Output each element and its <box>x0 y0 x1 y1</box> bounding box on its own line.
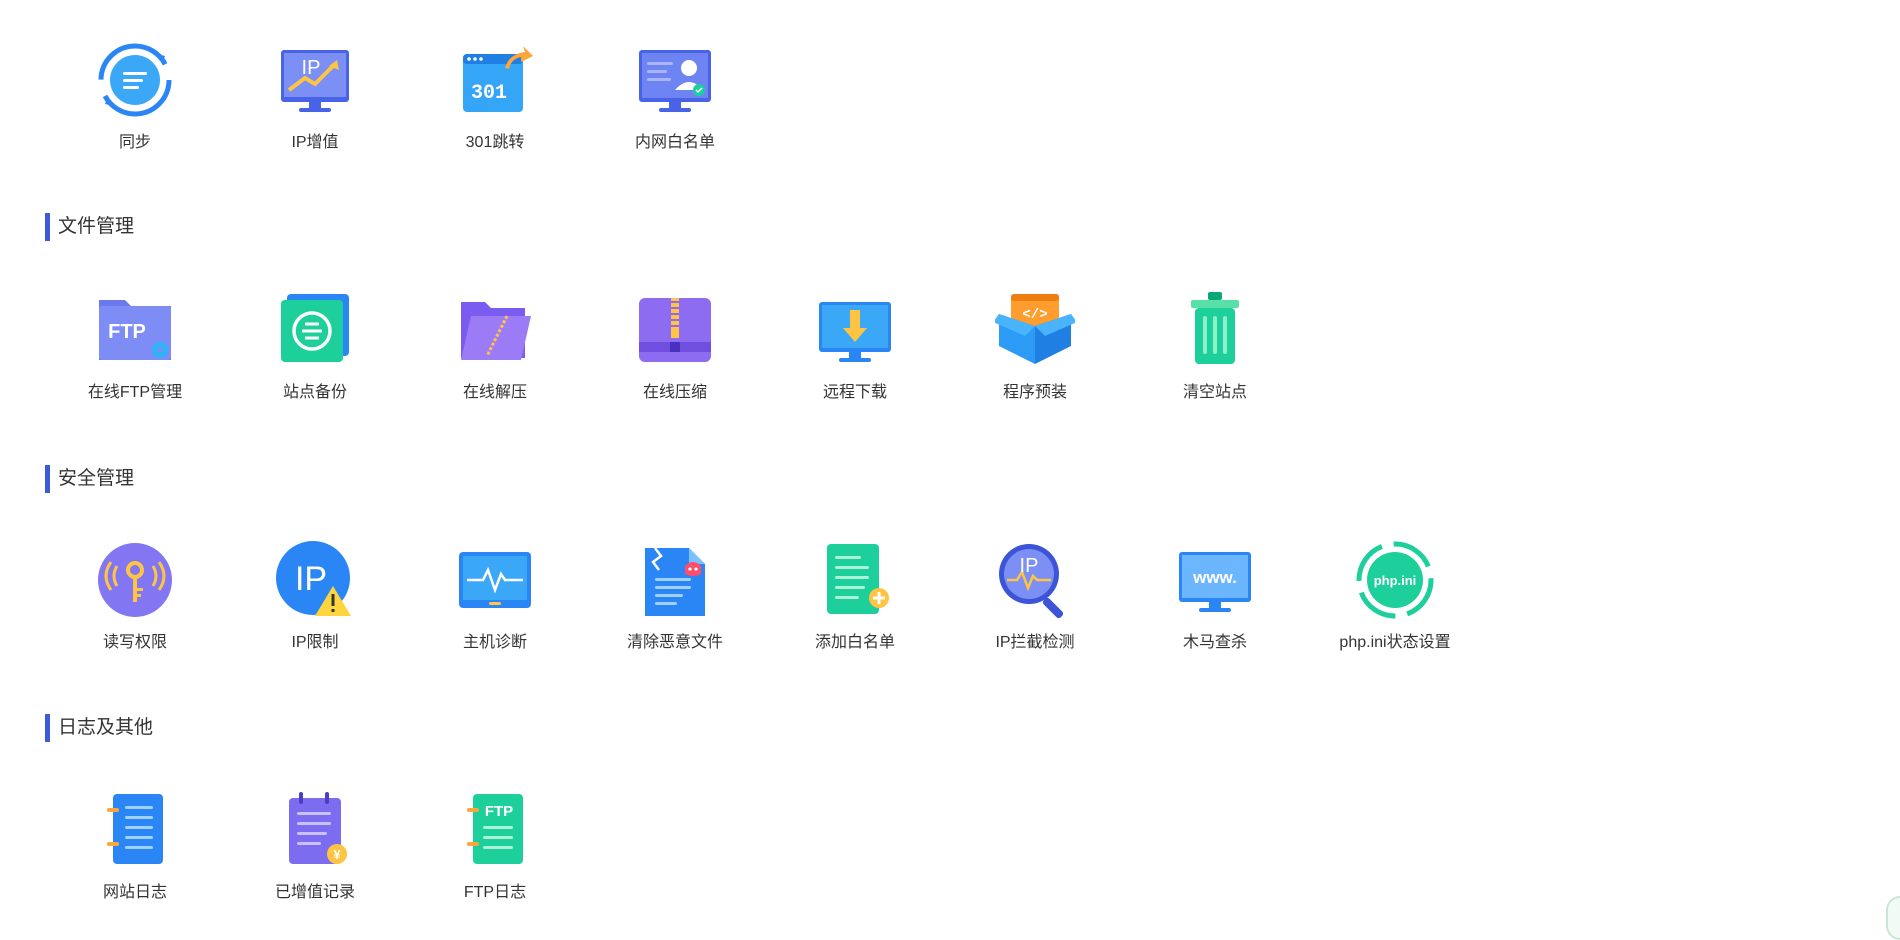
tool-label: 木马查杀 <box>1182 634 1247 651</box>
tool-row-general: 同步 IP IP增值 301 301跳转 内网白名单 <box>45 40 1645 190</box>
tool-remote-download[interactable]: 远程下载 <box>765 290 945 430</box>
phpini-settings-icon: php.ini <box>1355 540 1435 620</box>
phpini-icon-text: php.ini <box>1374 573 1417 588</box>
ip-icon-text: IP <box>295 560 327 598</box>
ip-warning-icon: IP <box>275 540 355 620</box>
tool-intranet-whitelist[interactable]: 内网白名单 <box>585 40 765 180</box>
site-backup-icon <box>275 290 355 370</box>
ftp-folder-icon: FTP <box>95 290 175 370</box>
unzip-folder-icon <box>455 290 535 370</box>
tool-label: 内网白名单 <box>634 134 715 151</box>
tool-label: 同步 <box>118 134 151 151</box>
tool-online-unzip[interactable]: 在线解压 <box>405 290 585 430</box>
tool-online-ftp[interactable]: FTP 在线FTP管理 <box>45 290 225 430</box>
ip-upgrade-icon: IP <box>275 40 355 120</box>
notepad-yen-icon: ¥ <box>275 790 355 870</box>
tool-trojan-scan[interactable]: www. 木马查杀 <box>1125 540 1305 680</box>
tool-label: 清除恶意文件 <box>626 634 723 651</box>
ftp-icon-text: FTP <box>108 321 146 343</box>
tool-label: 已增值记录 <box>274 884 355 901</box>
ip-magnifier-icon: IP <box>995 540 1075 620</box>
section-title-security-management: 安全管理 <box>45 465 134 493</box>
tool-ip-upgrade[interactable]: IP IP增值 <box>225 40 405 180</box>
tool-site-backup[interactable]: 站点备份 <box>225 290 405 430</box>
tool-label: 主机诊断 <box>462 634 527 651</box>
yen-icon-text: ¥ <box>333 847 341 862</box>
tool-rw-permission[interactable]: 读写权限 <box>45 540 225 680</box>
tool-program-preinstall[interactable]: </> 程序预装 <box>945 290 1125 430</box>
tool-label: php.ini状态设置 <box>1339 634 1451 651</box>
intranet-whitelist-icon <box>635 40 715 120</box>
section-title-logs-and-others: 日志及其他 <box>45 714 153 742</box>
tool-ftp-log[interactable]: FTP FTP日志 <box>405 790 585 930</box>
tool-label: 在线FTP管理 <box>87 384 183 401</box>
remote-download-icon <box>815 290 895 370</box>
tool-upgrade-record[interactable]: ¥ 已增值记录 <box>225 790 405 930</box>
tool-clear-site[interactable]: 清空站点 <box>1125 290 1305 430</box>
www-monitor-icon: www. <box>1175 540 1255 620</box>
tool-label: 远程下载 <box>822 384 887 401</box>
tool-phpini-settings[interactable]: php.ini php.ini状态设置 <box>1305 540 1485 680</box>
zip-archive-icon <box>635 290 715 370</box>
ftp-icon-text: FTP <box>485 803 513 820</box>
monitor-pulse-icon <box>455 540 535 620</box>
www-icon-text: www. <box>1192 568 1237 587</box>
tool-online-zip[interactable]: 在线压缩 <box>585 290 765 430</box>
tool-label: 添加白名单 <box>814 634 895 651</box>
tool-301-redirect[interactable]: 301 301跳转 <box>405 40 585 180</box>
sync-icon <box>95 40 175 120</box>
ip-icon-text: IP <box>1020 555 1039 577</box>
tool-row-file-management: FTP 在线FTP管理 站点备份 在线解压 在线压缩 远程下载 </> 程序预装… <box>45 290 1645 440</box>
tool-label: 网站日志 <box>102 884 167 901</box>
tool-clear-malware[interactable]: 清除恶意文件 <box>585 540 765 680</box>
section-title-file-management: 文件管理 <box>45 213 134 241</box>
tool-row-logs-and-others: 网站日志 ¥ 已增值记录 FTP FTP日志 <box>45 790 1645 940</box>
tool-label: IP增值 <box>291 134 339 151</box>
tool-label: 301跳转 <box>465 134 525 151</box>
tools-page: 同步 IP IP增值 301 301跳转 内网白名单 文件管理 FTP 在线FT… <box>0 0 1900 940</box>
redirect-301-icon: 301 <box>455 40 535 120</box>
tool-ip-block-check[interactable]: IP IP拦截检测 <box>945 540 1125 680</box>
program-box-icon: </> <box>995 290 1075 370</box>
malware-file-icon <box>635 540 715 620</box>
add-document-icon <box>815 540 895 620</box>
tool-label: IP拦截检测 <box>995 634 1075 651</box>
code-icon-text: </> <box>1022 307 1047 323</box>
key-permission-icon <box>95 540 175 620</box>
floating-widget-edge[interactable] <box>1886 896 1900 940</box>
tool-host-diagnose[interactable]: 主机诊断 <box>405 540 585 680</box>
ip-icon-text: IP <box>302 57 321 79</box>
trash-icon <box>1175 290 1255 370</box>
ftp-notebook-icon: FTP <box>455 790 535 870</box>
tool-ip-limit[interactable]: IP IP限制 <box>225 540 405 680</box>
tool-label: 清空站点 <box>1182 384 1247 401</box>
tool-label: 在线压缩 <box>642 384 707 401</box>
redirect-icon-text: 301 <box>471 82 507 105</box>
tool-add-whitelist[interactable]: 添加白名单 <box>765 540 945 680</box>
tool-label: 程序预装 <box>1002 384 1067 401</box>
tool-site-log[interactable]: 网站日志 <box>45 790 225 930</box>
tool-label: FTP日志 <box>463 884 527 901</box>
tool-label: 在线解压 <box>462 384 527 401</box>
tool-sync[interactable]: 同步 <box>45 40 225 180</box>
notebook-log-icon <box>95 790 175 870</box>
tool-row-security-management: 读写权限 IP IP限制 主机诊断 清除恶意文件 添加白名单 IP IP拦截检测… <box>45 540 1645 690</box>
tool-label: 站点备份 <box>282 384 347 401</box>
tool-label: 读写权限 <box>102 634 167 651</box>
tool-label: IP限制 <box>291 634 339 651</box>
